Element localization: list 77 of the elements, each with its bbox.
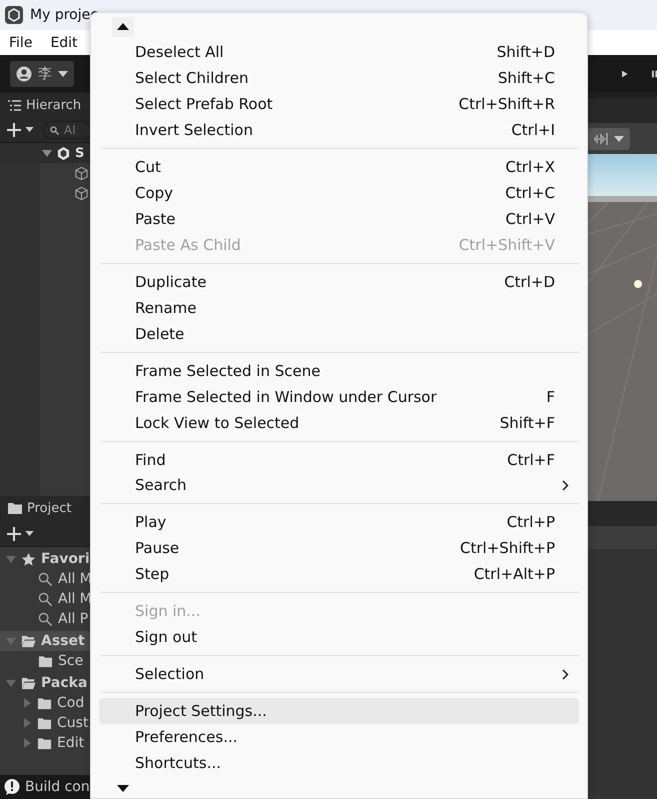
menu-item-label: Project Settings...	[135, 702, 267, 720]
search-field[interactable]: Al	[44, 120, 90, 138]
menu-item-label: Selection	[135, 665, 204, 684]
menu-item-label: Copy	[135, 184, 174, 202]
menu-item[interactable]: Preferences...	[99, 724, 579, 750]
shortcut-text: Ctrl+P	[506, 513, 555, 532]
tree-item[interactable]: Cust	[57, 715, 88, 731]
account-dropdown[interactable]: 李	[10, 60, 74, 86]
shortcut-text: Ctrl+V	[505, 210, 555, 228]
menu-item-label: Rename	[135, 298, 197, 317]
menu-item[interactable]: Pause Ctrl+Shift+P	[99, 535, 579, 562]
menu-item-label: Lock View to Selected	[135, 414, 300, 432]
shortcut-text: Ctrl+F	[507, 450, 555, 469]
menu-item-label: Shortcuts...	[135, 754, 222, 772]
tree-item[interactable]: Edit	[57, 735, 84, 751]
menu-item[interactable]: Deselect All Shift+D	[99, 38, 579, 65]
menu-item-label: Sign in...	[135, 602, 200, 620]
tree-item[interactable]: Cod	[57, 695, 84, 711]
menu-item[interactable]: Lock View to Selected Shift+F	[99, 410, 579, 436]
tree-item[interactable]: Packa	[41, 675, 88, 691]
menu-item[interactable]: Select Prefab Root Ctrl+Shift+R	[99, 90, 579, 117]
menu-item-label: Preferences...	[135, 728, 238, 746]
menu-item-label: Step	[135, 565, 170, 584]
menu-item-label: Invert Selection	[135, 120, 253, 139]
shortcut-text: Ctrl+Shift+R	[458, 94, 555, 113]
menu-item-label: Play	[135, 513, 166, 532]
menu-item-label: Deselect All	[135, 42, 224, 61]
menu-item[interactable]: Step Ctrl+Alt+P	[99, 561, 579, 588]
menu-item[interactable]: Frame Selected in Window under Cursor F	[99, 384, 579, 410]
menu-item-label: Find	[135, 450, 166, 469]
shortcut-text: F	[546, 388, 555, 406]
menu-item-label: Pause	[135, 539, 180, 558]
menu-item[interactable]: Search	[99, 472, 579, 498]
menu-item-label: Duplicate	[135, 272, 206, 291]
menu-item-label: Sign out	[135, 628, 198, 646]
menu-item-label: Paste	[135, 210, 176, 228]
tree-item[interactable]: All P	[58, 611, 88, 627]
menu-item[interactable]: Invert Selection Ctrl+I	[99, 116, 579, 143]
menu-item[interactable]: Cut Ctrl+X	[99, 154, 579, 180]
shortcut-text: Shift+D	[496, 42, 555, 61]
menu-item-label: Cut	[135, 158, 161, 176]
menu-item-label: Frame Selected in Window under Cursor	[135, 388, 437, 406]
menu-item[interactable]: Frame Selected in Scene	[99, 358, 579, 384]
shortcut-text: Ctrl+Shift+V	[458, 236, 555, 254]
menu-item[interactable]: Copy Ctrl+C	[99, 180, 579, 206]
shortcut-text: Ctrl+X	[505, 158, 555, 176]
menu-item[interactable]: Selection	[99, 661, 579, 688]
shortcut-text: Ctrl+I	[511, 120, 555, 139]
status-text: Build con	[25, 779, 90, 795]
menu-item[interactable]: File	[0, 30, 42, 55]
tree-item[interactable]: Favori	[41, 551, 90, 567]
shortcut-text: Ctrl+C	[505, 184, 555, 202]
shortcut-text: Ctrl+Alt+P	[474, 565, 555, 584]
menu-item[interactable]: Play Ctrl+P	[99, 509, 579, 536]
menu-item[interactable]: Select Children Shift+C	[99, 64, 579, 91]
menu-item[interactable]: Find Ctrl+F	[99, 446, 579, 472]
menu-item-label: Delete	[135, 324, 184, 343]
menu-item[interactable]: Edit	[41, 30, 87, 55]
menu-item[interactable]: Sign out	[99, 624, 579, 650]
shortcut-text: Shift+F	[500, 414, 555, 432]
menu-item[interactable]: Duplicate Ctrl+D	[99, 268, 579, 295]
tree-item[interactable]: Sce	[58, 653, 84, 669]
menu-item-label: Search	[135, 476, 187, 494]
scene-label[interactable]: S	[75, 146, 84, 160]
menu-item[interactable]: Rename	[99, 294, 579, 321]
shortcut-text: Ctrl+Shift+P	[460, 539, 555, 558]
shortcut-text: Shift+C	[498, 68, 555, 87]
menu-item[interactable]: Delete	[99, 320, 579, 347]
menu-item[interactable]: Project Settings...	[99, 698, 579, 724]
menu-item[interactable]: Paste Ctrl+V	[99, 206, 579, 232]
menu-item-label: Select Children	[135, 68, 248, 87]
menu-item-label: Select Prefab Root	[135, 94, 273, 113]
menu-item-label: Paste As Child	[135, 236, 241, 254]
menu-item-label: Frame Selected in Scene	[135, 362, 320, 380]
shortcut-text: Ctrl+D	[504, 272, 555, 291]
panel-tab[interactable]: Hierarch	[0, 93, 90, 117]
menu-item[interactable]: Shortcuts...	[99, 750, 579, 776]
